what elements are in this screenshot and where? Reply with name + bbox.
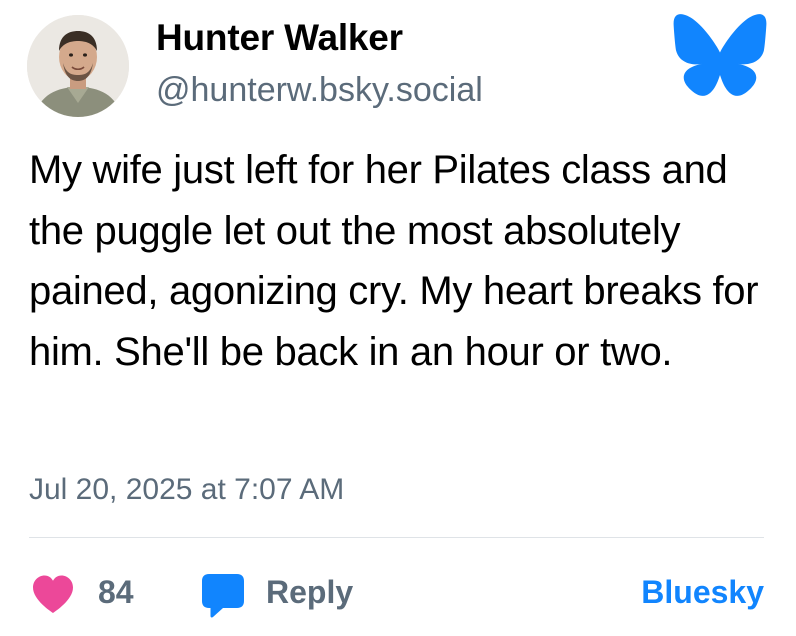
- post-text: My wife just left for her Pilates class …: [29, 148, 759, 374]
- author-name[interactable]: Hunter Walker: [156, 16, 403, 60]
- heart-icon[interactable]: [31, 574, 75, 614]
- avatar-photo: [27, 15, 129, 117]
- butterfly-icon[interactable]: [672, 12, 768, 98]
- avatar[interactable]: [27, 15, 129, 117]
- author-handle[interactable]: @hunterw.bsky.social: [156, 70, 483, 110]
- bluesky-link[interactable]: Bluesky: [641, 572, 764, 612]
- divider: [29, 537, 764, 538]
- post-timestamp[interactable]: Jul 20, 2025 at 7:07 AM: [29, 470, 344, 510]
- like-count: 84: [98, 574, 134, 610]
- speech-bubble-icon[interactable]: [200, 572, 246, 620]
- action-bar: 84 Reply Bluesky: [0, 562, 796, 622]
- reply-button[interactable]: Reply: [266, 572, 353, 612]
